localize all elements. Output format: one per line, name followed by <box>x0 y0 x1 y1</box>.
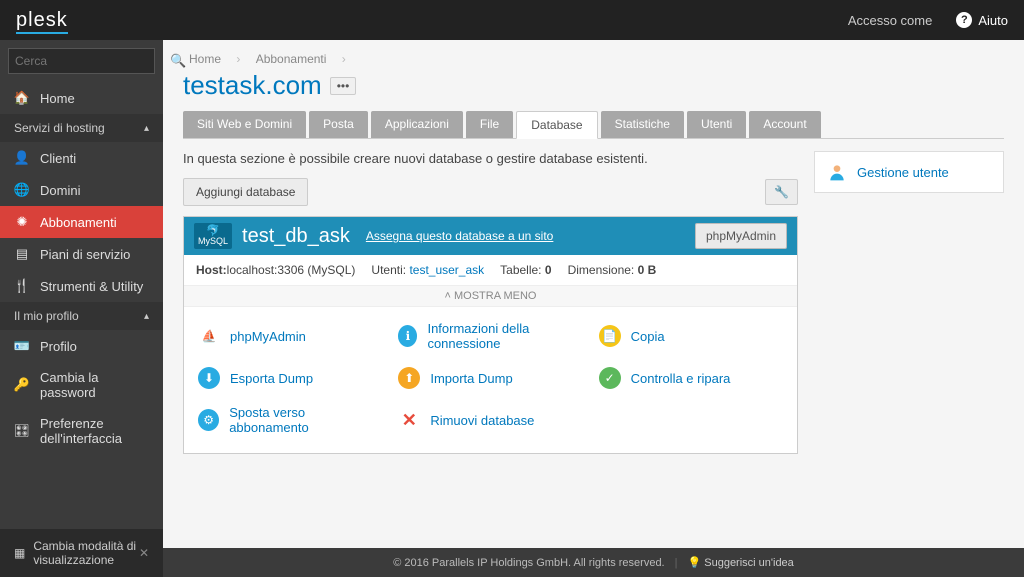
copy-icon: 📄 <box>599 325 621 347</box>
plesk-logo: plesk <box>16 9 68 32</box>
help-link[interactable]: ? Aiuto <box>956 12 1008 28</box>
chevron-up-icon: ˄ <box>444 290 450 302</box>
action-copy[interactable]: 📄 Copia <box>599 321 783 351</box>
layout-icon: ▦ <box>14 546 25 560</box>
collapse-toggle[interactable]: ˄ MOSTRA MENO <box>184 285 797 307</box>
database-meta: Host:localhost:3306 (MySQL) Utenti: test… <box>184 255 797 285</box>
tab-file[interactable]: File <box>466 111 513 138</box>
tab-applicazioni[interactable]: Applicazioni <box>371 111 463 138</box>
user-icon: 👤 <box>14 150 30 166</box>
assign-to-site-link[interactable]: Assegna questo database a un sito <box>366 229 553 243</box>
sliders-icon: 🎛 <box>14 423 30 439</box>
tab-siti[interactable]: Siti Web e Domini <box>183 111 306 138</box>
user-management-link[interactable]: Gestione utente <box>827 162 991 182</box>
more-actions-button[interactable]: ••• <box>330 77 357 95</box>
id-icon: 🪪 <box>14 338 30 354</box>
chevron-right-icon: › <box>230 50 246 68</box>
action-export-dump[interactable]: ⬇ Esporta Dump <box>198 367 382 389</box>
sail-icon: ⛵ <box>198 325 220 347</box>
info-icon: ℹ <box>398 325 417 347</box>
nav-domini[interactable]: 🌐 Domini <box>0 174 163 206</box>
move-icon: ⚙ <box>198 409 219 431</box>
chevron-up-icon: ▴ <box>144 311 149 322</box>
nav-preferenze[interactable]: 🎛 Preferenze dell'interfaccia <box>0 408 163 454</box>
action-phpmyadmin[interactable]: ⛵ phpMyAdmin <box>198 321 382 351</box>
settings-button[interactable]: 🔧 <box>765 179 798 205</box>
search-input[interactable] <box>15 54 170 68</box>
wrench-icon: 🔧 <box>774 185 789 199</box>
access-as[interactable]: Accesso come <box>848 13 933 28</box>
suggest-idea-link[interactable]: 💡 Suggerisci un'idea <box>687 556 793 569</box>
page-title: testask.com <box>183 70 322 101</box>
action-check-repair[interactable]: ✓ Controlla e ripara <box>599 367 783 389</box>
nav-section-profile[interactable]: Il mio profilo▴ <box>0 302 163 330</box>
database-name: test_db_ask <box>242 225 350 248</box>
tab-utenti[interactable]: Utenti <box>687 111 746 138</box>
tab-database[interactable]: Database <box>516 111 597 139</box>
tab-account[interactable]: Account <box>749 111 820 138</box>
close-icon[interactable]: ✕ <box>139 546 149 560</box>
breadcrumb-abbonamenti[interactable]: Abbonamenti <box>250 50 333 68</box>
list-icon: ▤ <box>14 246 30 262</box>
help-icon: ? <box>956 12 972 28</box>
action-move-subscription[interactable]: ⚙ Sposta verso abbonamento <box>198 405 382 435</box>
top-header: plesk Accesso come ? Aiuto <box>0 0 1024 40</box>
chevron-up-icon: ▴ <box>144 123 149 134</box>
add-database-button[interactable]: Aggiungi database <box>183 178 308 206</box>
sidebar: 🔍 🏠 Home Servizi di hosting▴ 👤 Clienti 🌐… <box>0 40 163 577</box>
tab-posta[interactable]: Posta <box>309 111 368 138</box>
action-remove-database[interactable]: ✕ Rimuovi database <box>398 405 582 435</box>
breadcrumb-home[interactable]: Home <box>183 50 227 68</box>
check-icon: ✓ <box>599 367 621 389</box>
home-icon: 🏠 <box>14 90 30 106</box>
nav-strumenti[interactable]: 🍴 Strumenti & Utility <box>0 270 163 302</box>
phpmyadmin-button[interactable]: phpMyAdmin <box>695 223 787 249</box>
search-field[interactable]: 🔍 <box>8 48 155 74</box>
view-mode-toggle[interactable]: ▦ Cambia modalità di visualizzazione ✕ <box>0 529 163 577</box>
nav-section-hosting[interactable]: Servizi di hosting▴ <box>0 114 163 142</box>
globe-icon: 🌐 <box>14 182 30 198</box>
chevron-right-icon: › <box>336 50 352 68</box>
lightbulb-icon: 💡 <box>687 557 701 569</box>
remove-icon: ✕ <box>398 409 420 431</box>
database-card: 🐬 MySQL test_db_ask Assegna questo datab… <box>183 216 798 454</box>
user-management-card: Gestione utente <box>814 151 1004 193</box>
gear-icon: ✺ <box>14 214 30 230</box>
key-icon: 🔑 <box>14 377 30 393</box>
nav-home[interactable]: 🏠 Home <box>0 82 163 114</box>
action-connection-info[interactable]: ℹ Informazioni della connessione <box>398 321 582 351</box>
breadcrumb: Home › Abbonamenti › <box>183 52 1004 66</box>
nav-password[interactable]: 🔑 Cambia la password <box>0 362 163 408</box>
footer: © 2016 Parallels IP Holdings GmbH. All r… <box>163 548 1024 577</box>
nav-piani[interactable]: ▤ Piani di servizio <box>0 238 163 270</box>
db-user-link[interactable]: test_user_ask <box>409 263 484 277</box>
user-icon <box>827 162 847 182</box>
nav-abbonamenti[interactable]: ✺ Abbonamenti <box>0 206 163 238</box>
mysql-icon: 🐬 MySQL <box>194 223 232 249</box>
tools-icon: 🍴 <box>14 278 30 294</box>
action-import-dump[interactable]: ⬆ Importa Dump <box>398 367 582 389</box>
tab-statistiche[interactable]: Statistiche <box>601 111 684 138</box>
nav-profilo[interactable]: 🪪 Profilo <box>0 330 163 362</box>
tabs: Siti Web e Domini Posta Applicazioni Fil… <box>183 111 1004 139</box>
intro-text: In questa sezione è possibile creare nuo… <box>183 151 798 166</box>
main-content: Home › Abbonamenti › testask.com ••• Sit… <box>163 40 1024 577</box>
nav-clienti[interactable]: 👤 Clienti <box>0 142 163 174</box>
upload-icon: ⬆ <box>398 367 420 389</box>
download-icon: ⬇ <box>198 367 220 389</box>
copyright: © 2016 Parallels IP Holdings GmbH. All r… <box>393 557 664 569</box>
